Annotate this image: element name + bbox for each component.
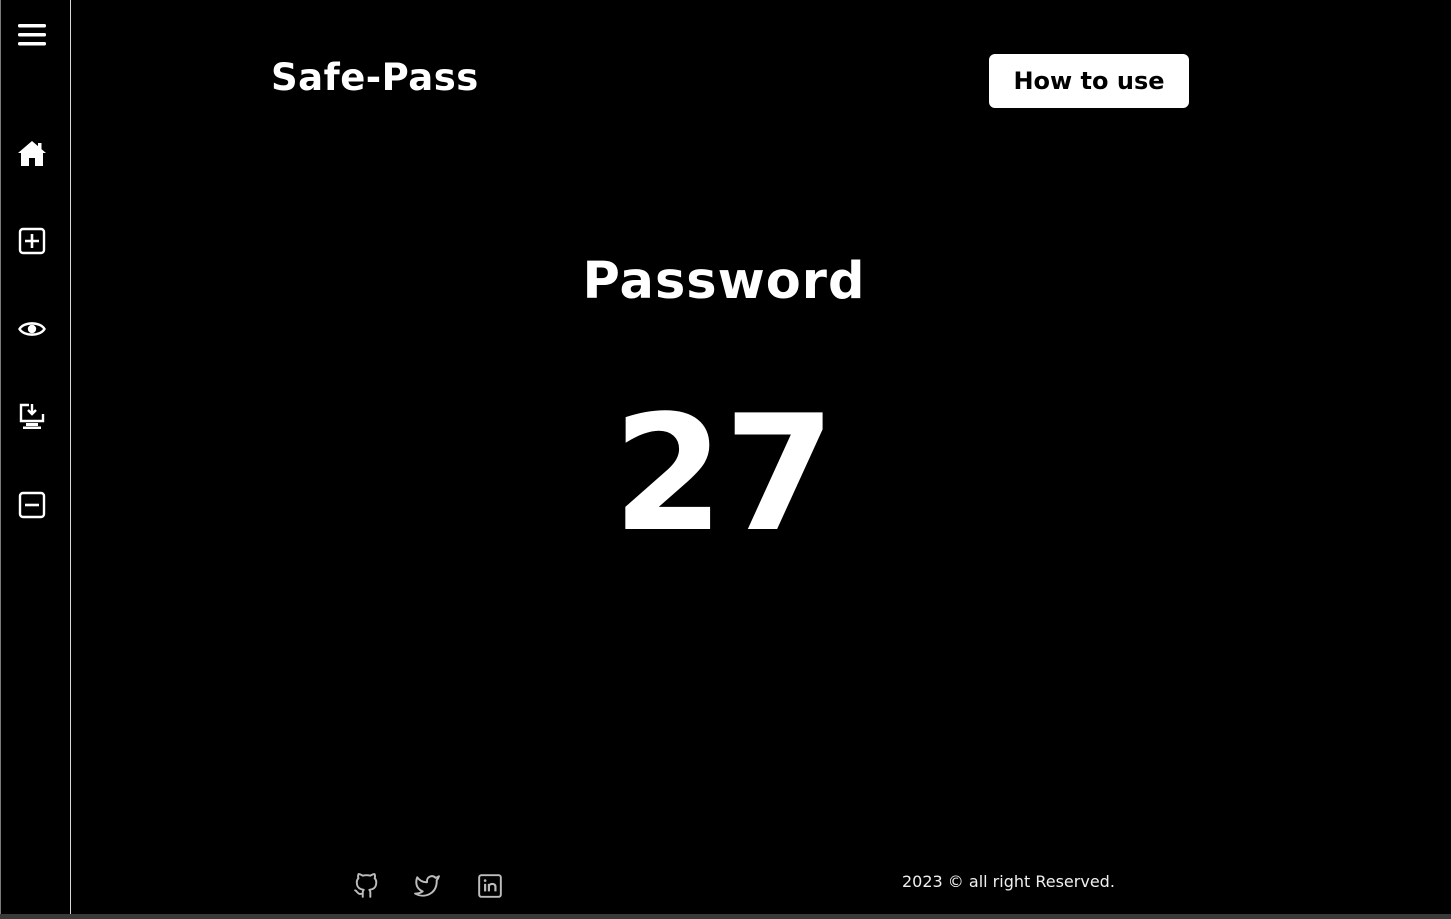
linkedin-icon[interactable] [477,873,503,899]
home-icon[interactable] [16,137,48,169]
brand-title: Safe-Pass [271,56,479,99]
how-to-use-button[interactable]: How to use [989,54,1189,108]
copyright-text: 2023 © all right Reserved. [902,872,1115,891]
page-heading: Password [582,252,866,311]
github-icon[interactable] [353,873,379,899]
password-count: 27 [612,380,836,567]
menu-icon[interactable] [16,19,48,51]
download-monitor-icon[interactable] [16,400,48,432]
add-square-icon[interactable] [16,225,48,257]
twitter-icon[interactable] [414,873,440,899]
sidebar [0,0,71,914]
eye-icon[interactable] [16,313,48,345]
minus-square-icon[interactable] [16,489,48,521]
